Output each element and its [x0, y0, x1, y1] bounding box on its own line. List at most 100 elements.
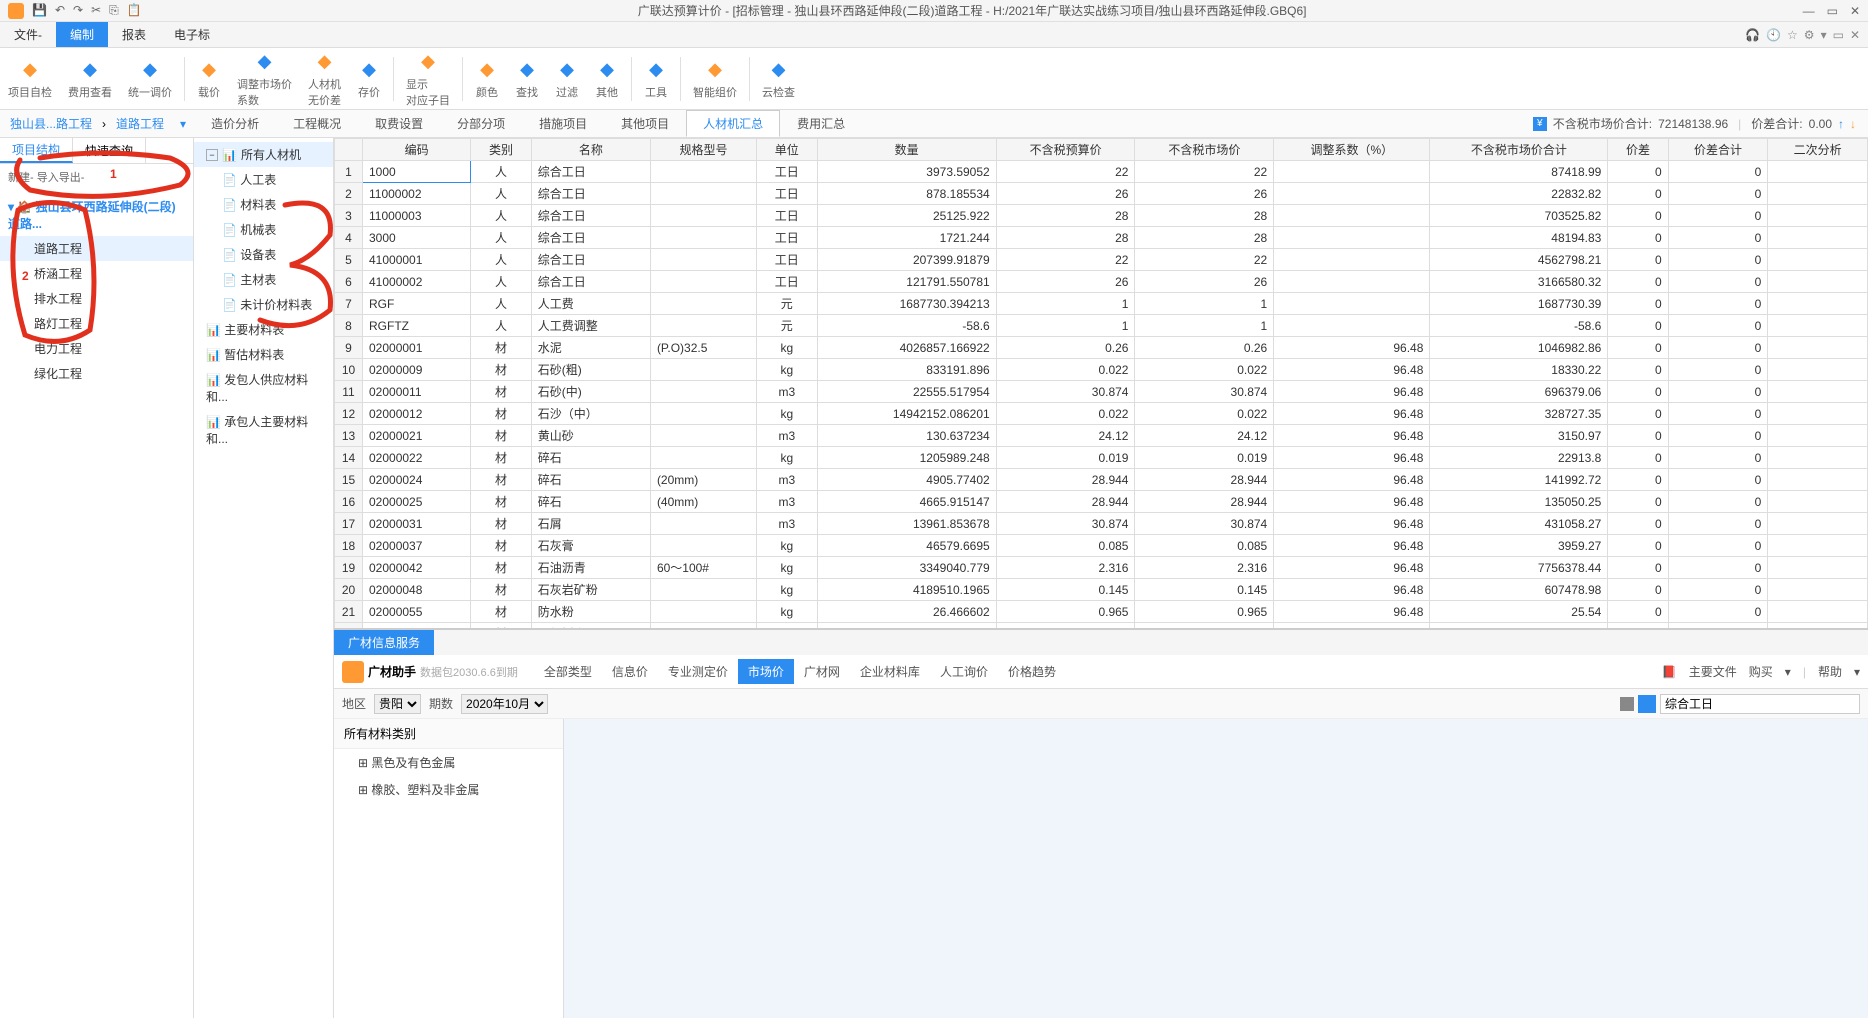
copy-icon[interactable]: ⎘: [109, 3, 119, 18]
mid-item[interactable]: 📄 设备表: [194, 242, 333, 267]
paste-icon[interactable]: 📋: [127, 3, 142, 18]
save-icon[interactable]: 💾: [32, 3, 47, 18]
table-row[interactable]: 11000人综合工日工日3973.59052222287418.9900: [335, 161, 1868, 183]
lock-icon[interactable]: [1620, 697, 1634, 711]
btab-0[interactable]: 全部类型: [534, 659, 602, 684]
redo-icon[interactable]: ↷: [73, 3, 83, 18]
cat-item[interactable]: ⊞ 黑色及有色金属: [334, 749, 563, 776]
tree-child[interactable]: 排水工程: [0, 286, 193, 311]
table-row[interactable]: 1702000031材石屑m313961.85367830.87430.8749…: [335, 513, 1868, 535]
headset-icon[interactable]: 🎧: [1745, 28, 1760, 42]
table-row[interactable]: 1902000042材石油沥青60～100#kg3349040.7792.316…: [335, 557, 1868, 579]
btab-7[interactable]: 价格趋势: [998, 659, 1066, 684]
ribbon-7[interactable]: ◆显示 对应子目: [398, 48, 458, 109]
breadcrumb-a[interactable]: 独山县...路工程: [0, 115, 102, 132]
left-tab-search[interactable]: 快速查询: [73, 138, 146, 163]
ribbon-11[interactable]: ◆其他: [587, 48, 627, 109]
chevron-down-icon[interactable]: ▾: [1854, 665, 1860, 679]
ribbon-10[interactable]: ◆过滤: [547, 48, 587, 109]
mid-item[interactable]: 📄 未计价材料表: [194, 292, 333, 317]
table-row[interactable]: 211000002人综合工日工日878.185534262622832.8200: [335, 183, 1868, 205]
subtab-5[interactable]: 其他项目: [604, 110, 686, 137]
left-tab-structure[interactable]: 项目结构: [0, 138, 73, 163]
table-row[interactable]: 1102000011材石砂(中)m322555.51795430.87430.8…: [335, 381, 1868, 403]
table-row[interactable]: 1302000021材黄山砂m3130.63723424.1224.1296.4…: [335, 425, 1868, 447]
close-inner-icon[interactable]: ✕: [1850, 28, 1860, 42]
subtab-4[interactable]: 措施项目: [522, 110, 604, 137]
ribbon-9[interactable]: ◆查找: [507, 48, 547, 109]
menu-file[interactable]: 文件-: [0, 22, 56, 47]
arrow-up-icon[interactable]: ↑: [1838, 117, 1844, 131]
ribbon-4[interactable]: ◆调整市场价 系数: [229, 48, 300, 109]
table-row[interactable]: 1502000024材碎石(20mm)m34905.7740228.94428.…: [335, 469, 1868, 491]
mid-item[interactable]: 📄 主材表: [194, 267, 333, 292]
table-row[interactable]: 541000001人综合工日工日207399.9187922224562798.…: [335, 249, 1868, 271]
arrow-down-icon[interactable]: ↓: [1850, 117, 1856, 131]
ribbon-1[interactable]: ◆费用查看: [60, 48, 120, 109]
subtab-6[interactable]: 人材机汇总: [686, 110, 780, 137]
bottom-tab[interactable]: 广材信息服务: [334, 630, 434, 655]
table-row[interactable]: 8RGFTZ人人工费调整元-58.611-58.600: [335, 315, 1868, 337]
bell-icon[interactable]: 🕙: [1766, 28, 1781, 42]
ribbon-13[interactable]: ◆智能组价: [685, 48, 745, 109]
chevron-down-icon[interactable]: ▾: [1785, 665, 1791, 679]
menu-ebid[interactable]: 电子标: [160, 22, 224, 47]
mid-item[interactable]: 📊 承包人主要材料和...: [194, 409, 333, 451]
table-row[interactable]: 1602000025材碎石(40mm)m34665.91514728.94428…: [335, 491, 1868, 513]
cut-icon[interactable]: ✂: [91, 3, 101, 18]
table-row[interactable]: 2002000048材石灰岩矿粉kg4189510.19650.1450.145…: [335, 579, 1868, 601]
mainfile-label[interactable]: 主要文件: [1689, 663, 1737, 680]
btab-2[interactable]: 专业测定价: [658, 659, 738, 684]
subtab-3[interactable]: 分部分项: [440, 110, 522, 137]
maximize-icon[interactable]: ▭: [1827, 4, 1838, 18]
buy-label[interactable]: 购买: [1749, 663, 1773, 680]
search-input[interactable]: [1660, 694, 1860, 714]
tree-child[interactable]: 电力工程: [0, 336, 193, 361]
ribbon-6[interactable]: ◆存价: [349, 48, 389, 109]
table-row[interactable]: 1002000009材石砂(粗)kg833191.8960.0220.02296…: [335, 359, 1868, 381]
subtab-2[interactable]: 取费设置: [358, 110, 440, 137]
ribbon-8[interactable]: ◆颜色: [467, 48, 507, 109]
tree-child[interactable]: 绿化工程: [0, 361, 193, 386]
btab-6[interactable]: 人工询价: [930, 659, 998, 684]
mid-item[interactable]: 📄 材料表: [194, 192, 333, 217]
breadcrumb-b[interactable]: 道路工程: [106, 115, 174, 132]
table-row[interactable]: 311000003人综合工日工日25125.9222828703525.8200: [335, 205, 1868, 227]
ribbon-2[interactable]: ◆统一调价: [120, 48, 180, 109]
window-restore-icon[interactable]: ▭: [1833, 28, 1844, 42]
mid-item[interactable]: 📊 暂估材料表: [194, 342, 333, 367]
clock-icon[interactable]: ☆: [1787, 28, 1798, 42]
btab-5[interactable]: 企业材料库: [850, 659, 930, 684]
cat-item[interactable]: ⊞ 橡胶、塑料及非金属: [334, 776, 563, 803]
tree-child[interactable]: 道路工程: [0, 236, 193, 261]
data-grid[interactable]: 编码类别名称规格型号单位数量不含税预算价不含税市场价调整系数（%）不含税市场价合…: [334, 138, 1868, 628]
table-row[interactable]: 1402000022材碎石kg1205989.2480.0190.01996.4…: [335, 447, 1868, 469]
table-row[interactable]: 43000人综合工日工日1721.244282848194.8300: [335, 227, 1868, 249]
tree-child[interactable]: 桥涵工程: [0, 261, 193, 286]
mid-root[interactable]: −📊 所有人材机: [194, 142, 333, 167]
area-select[interactable]: 贵阳: [374, 694, 421, 714]
tree-child[interactable]: 路灯工程: [0, 311, 193, 336]
chevron-down-icon[interactable]: ▾: [1821, 28, 1827, 42]
ribbon-5[interactable]: ◆人材机 无价差: [300, 48, 349, 109]
btab-1[interactable]: 信息价: [602, 659, 658, 684]
table-row[interactable]: 641000002人综合工日工日121791.55078126263166580…: [335, 271, 1868, 293]
table-row[interactable]: 902000001材水泥(P.O)32.5kg4026857.1669220.2…: [335, 337, 1868, 359]
mid-item[interactable]: 📊 发包人供应材料和...: [194, 367, 333, 409]
menu-edit[interactable]: 编制: [56, 22, 108, 47]
subtab-0[interactable]: 造价分析: [194, 110, 276, 137]
left-toolbar[interactable]: 新建- 导入导出-: [0, 164, 193, 190]
subtab-1[interactable]: 工程概况: [276, 110, 358, 137]
subtab-7[interactable]: 费用汇总: [780, 110, 862, 137]
search-icon[interactable]: [1638, 695, 1656, 713]
mid-item[interactable]: 📊 主要材料表: [194, 317, 333, 342]
table-row[interactable]: 7RGF人人工费元1687730.394213111687730.3900: [335, 293, 1868, 315]
chevron-down-icon[interactable]: ▾: [180, 117, 186, 131]
table-row[interactable]: 1202000012材石沙（中）kg14942152.0862010.0220.…: [335, 403, 1868, 425]
undo-icon[interactable]: ↶: [55, 3, 65, 18]
gear-icon[interactable]: ⚙: [1804, 28, 1815, 42]
period-select[interactable]: 2020年10月: [461, 694, 548, 714]
btab-4[interactable]: 广材网: [794, 659, 850, 684]
menu-report[interactable]: 报表: [108, 22, 160, 47]
mid-item[interactable]: 📄 机械表: [194, 217, 333, 242]
